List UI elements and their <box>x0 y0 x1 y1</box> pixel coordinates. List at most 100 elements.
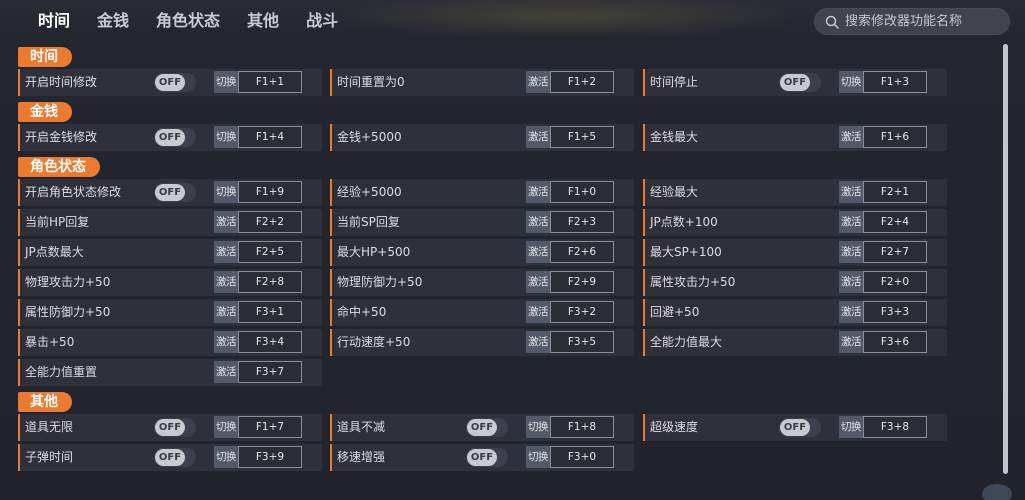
cheat-item: 全能力值最大 激活 F3+6 <box>643 329 947 356</box>
hotkey-field[interactable]: F1+7 <box>238 416 302 438</box>
toggle-action-button[interactable]: 切换 <box>214 71 238 93</box>
hotkey-field[interactable]: F2+4 <box>863 211 927 233</box>
cheat-label: 行动速度+50 <box>337 335 411 349</box>
hotkey-field[interactable]: F2+7 <box>863 241 927 263</box>
cheat-label: 经验+5000 <box>337 185 402 199</box>
activate-button[interactable]: 激活 <box>839 241 863 263</box>
hotkey-field[interactable]: F3+9 <box>238 446 302 468</box>
cheat-item: 物理攻击力+50 激活 F2+8 <box>18 269 322 296</box>
hotkey-field[interactable]: F1+0 <box>550 181 614 203</box>
hotkey-field[interactable]: F3+3 <box>863 301 927 323</box>
toggle-switch[interactable]: OFF <box>466 448 508 467</box>
activate-button[interactable]: 激活 <box>214 241 238 263</box>
toggle-action-button[interactable]: 切换 <box>526 416 550 438</box>
cheat-item: 子弹时间 OFF 切换 F3+9 <box>18 444 322 471</box>
activate-button[interactable]: 激活 <box>214 211 238 233</box>
tab-time[interactable]: 时间 <box>38 10 70 32</box>
toggle-action-button[interactable]: 切换 <box>839 71 863 93</box>
cheat-item: JP点数最大 激活 F2+5 <box>18 239 322 266</box>
hotkey-field[interactable]: F2+3 <box>550 211 614 233</box>
section-header: 时间 <box>18 47 72 67</box>
scrollbar[interactable] <box>1003 44 1008 474</box>
activate-button[interactable]: 激活 <box>526 211 550 233</box>
hotkey-field[interactable]: F3+2 <box>550 301 614 323</box>
toggle-action-button[interactable]: 切换 <box>214 126 238 148</box>
activate-button[interactable]: 激活 <box>526 301 550 323</box>
cheat-label: 时间重置为0 <box>337 75 405 89</box>
toggle-action-button[interactable]: 切换 <box>214 416 238 438</box>
activate-button[interactable]: 激活 <box>526 331 550 353</box>
toggle-switch[interactable]: OFF <box>154 128 196 147</box>
tab-character-status[interactable]: 角色状态 <box>156 10 220 32</box>
activate-button[interactable]: 激活 <box>214 331 238 353</box>
hotkey-field[interactable]: F1+6 <box>863 126 927 148</box>
hotkey-field[interactable]: F1+4 <box>238 126 302 148</box>
activate-button[interactable]: 激活 <box>839 271 863 293</box>
hotkey-field[interactable]: F1+3 <box>863 71 927 93</box>
hotkey-field[interactable]: F3+0 <box>550 446 614 468</box>
activate-button[interactable]: 激活 <box>839 301 863 323</box>
hotkey-field[interactable]: F2+1 <box>863 181 927 203</box>
toggle-switch[interactable]: OFF <box>154 448 196 467</box>
toggle-action-button[interactable]: 切换 <box>526 446 550 468</box>
activate-button[interactable]: 激活 <box>839 181 863 203</box>
cheat-label: 金钱最大 <box>650 130 699 144</box>
hotkey-field[interactable]: F1+1 <box>238 71 302 93</box>
cheat-row: 开启时间修改 OFF 切换 F1+1 时间重置为0 激活 F1+2 时间停止 OFF 切换 F1+3 <box>18 69 948 96</box>
tab-other[interactable]: 其他 <box>247 10 279 32</box>
cheat-item: 暴击+50 激活 F3+4 <box>18 329 322 356</box>
hotkey-field[interactable]: F1+8 <box>550 416 614 438</box>
hotkey-field[interactable]: F3+5 <box>550 331 614 353</box>
cheat-label: 子弹时间 <box>25 450 74 464</box>
activate-button[interactable]: 激活 <box>526 71 550 93</box>
search-box[interactable] <box>814 8 1010 35</box>
cheat-label: 道具不减 <box>337 420 386 434</box>
cheat-label: JP点数最大 <box>25 245 84 259</box>
hotkey-field[interactable]: F3+6 <box>863 331 927 353</box>
hotkey-field[interactable]: F2+2 <box>238 211 302 233</box>
toggle-switch[interactable]: OFF <box>154 73 196 92</box>
assistant-icon[interactable] <box>982 484 1012 500</box>
search-input[interactable] <box>845 14 1005 29</box>
hotkey-field[interactable]: F2+5 <box>238 241 302 263</box>
cheat-row: 道具无限 OFF 切换 F1+7 道具不减 OFF 切换 F1+8 超级速度 OFF 切换 F3+8 <box>18 414 948 441</box>
hotkey-field[interactable]: F3+1 <box>238 301 302 323</box>
activate-button[interactable]: 激活 <box>526 271 550 293</box>
activate-button[interactable]: 激活 <box>526 181 550 203</box>
activate-button[interactable]: 激活 <box>214 271 238 293</box>
toggle-action-button[interactable]: 切换 <box>214 181 238 203</box>
hotkey-field[interactable]: F1+5 <box>550 126 614 148</box>
activate-button[interactable]: 激活 <box>526 241 550 263</box>
tab-money[interactable]: 金钱 <box>97 10 129 32</box>
hotkey-field[interactable]: F2+6 <box>550 241 614 263</box>
activate-button[interactable]: 激活 <box>214 361 238 383</box>
cheat-label: 最大HP+500 <box>337 245 411 259</box>
activate-button[interactable]: 激活 <box>839 331 863 353</box>
cheat-label: 开启金钱修改 <box>25 130 98 144</box>
activate-button[interactable]: 激活 <box>839 126 863 148</box>
toggle-switch[interactable]: OFF <box>779 73 821 92</box>
cheat-item: 移速增强 OFF 切换 F3+0 <box>330 444 634 471</box>
cheat-item: 物理防御力+50 激活 F2+9 <box>330 269 634 296</box>
toggle-state: OFF <box>155 74 185 91</box>
toggle-switch[interactable]: OFF <box>779 418 821 437</box>
toggle-switch[interactable]: OFF <box>154 183 196 202</box>
toggle-switch[interactable]: OFF <box>154 418 196 437</box>
hotkey-field[interactable]: F2+0 <box>863 271 927 293</box>
hotkey-field[interactable]: F3+7 <box>238 361 302 383</box>
hotkey-field[interactable]: F2+9 <box>550 271 614 293</box>
toggle-switch[interactable]: OFF <box>466 418 508 437</box>
toggle-action-button[interactable]: 切换 <box>839 416 863 438</box>
activate-button[interactable]: 激活 <box>526 126 550 148</box>
cheat-item: 超级速度 OFF 切换 F3+8 <box>643 414 947 441</box>
tab-battle[interactable]: 战斗 <box>306 10 338 32</box>
toggle-action-button[interactable]: 切换 <box>214 446 238 468</box>
hotkey-field[interactable]: F3+4 <box>238 331 302 353</box>
hotkey-field[interactable]: F1+9 <box>238 181 302 203</box>
hotkey-field[interactable]: F1+2 <box>550 71 614 93</box>
hotkey-field[interactable]: F3+8 <box>863 416 927 438</box>
hotkey-field[interactable]: F2+8 <box>238 271 302 293</box>
activate-button[interactable]: 激活 <box>214 301 238 323</box>
activate-button[interactable]: 激活 <box>839 211 863 233</box>
cheat-list: 时间 开启时间修改 OFF 切换 F1+1 时间重置为0 激活 F1+2 时间停止 OFF 切换 F1… <box>0 42 1000 500</box>
